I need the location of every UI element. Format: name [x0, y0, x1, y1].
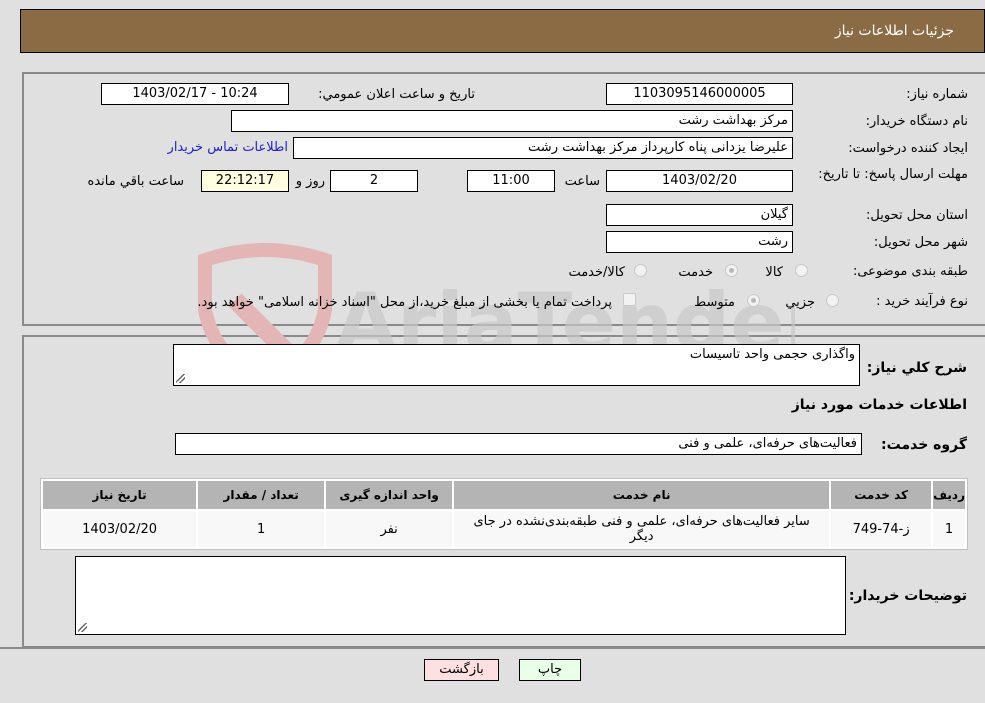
services-heading: اطلاعات خدمات مورد نیاز [791, 397, 967, 413]
col-header-unit: واحد اندازه گیری [326, 481, 453, 509]
description-label: شرح کلي نیاز: [866, 360, 967, 376]
service-group-label: گروه خدمت: [881, 437, 967, 453]
category-goods-radio[interactable] [795, 264, 808, 277]
treasury-note: پرداخت تمام یا بخشی از مبلغ خرید،از محل … [197, 295, 612, 310]
deadline-date-field: 1403/02/20 [606, 170, 793, 192]
buyer-notes-label: توضیحات خریدار: [848, 588, 967, 604]
buyer-contact-link[interactable]: اطلاعات تماس خریدار [168, 140, 288, 155]
col-header-service-code: کد خدمت [831, 481, 932, 509]
buyer-notes-textarea[interactable] [75, 556, 846, 635]
announce-datetime-field: 1403/02/17 - 10:24 [101, 83, 289, 105]
resize-handle-icon[interactable] [78, 623, 87, 632]
category-goods-service-label: کالا/خدمت [568, 265, 625, 280]
category-goods-label: کالا [765, 265, 783, 280]
remaining-time-field: 22:12:17 [201, 170, 289, 192]
need-number-field: 1103095146000005 [606, 83, 793, 105]
col-header-row-number: ردیف [933, 481, 965, 509]
cell-quantity: 1 [198, 511, 325, 547]
city-label: شهر محل تحویل: [873, 235, 968, 250]
deadline-label: مهلت ارسال پاسخ: تا تاریخ: [818, 167, 968, 182]
service-group-field: فعالیت‌های حرفه‌ای، علمی و فنی [175, 433, 862, 455]
purchase-type-minor-radio[interactable] [826, 294, 839, 307]
deadline-time-field: 11:00 [467, 170, 555, 192]
footer-divider [0, 647, 985, 649]
cell-service-code: ز-74-749 [831, 511, 932, 547]
table-header-row: ردیف کد خدمت نام خدمت واحد اندازه گیری ت… [43, 481, 965, 509]
cell-unit: نفر [326, 511, 453, 547]
creator-field: علیرضا یزدانی پناه کارپرداز مرکز بهداشت … [293, 137, 793, 159]
days-label: روز و [295, 174, 325, 189]
days-remaining-field: 2 [330, 170, 418, 192]
category-label: طبقه بندی موضوعی: [852, 264, 968, 279]
remaining-time-label: ساعت باقي مانده [87, 174, 184, 189]
announce-datetime-label: تاریخ و ساعت اعلان عمومي: [318, 87, 475, 102]
category-service-radio[interactable] [725, 264, 738, 277]
province-field: گیلان [606, 204, 793, 226]
page-header: جزئیات اطلاعات نیاز [20, 9, 985, 53]
services-table: ردیف کد خدمت نام خدمت واحد اندازه گیری ت… [40, 478, 968, 550]
purchase-type-medium-label: متوسط [694, 295, 735, 310]
creator-label: ایجاد کننده درخواست: [848, 141, 968, 156]
print-button[interactable]: چاپ [519, 659, 581, 681]
col-header-quantity: تعداد / مقدار [198, 481, 325, 509]
resize-handle-icon[interactable] [176, 374, 185, 383]
purchase-type-medium-radio[interactable] [747, 294, 760, 307]
deadline-time-label: ساعت [564, 174, 600, 189]
description-text: واگذاری حجمی واحد تاسیسات [689, 347, 855, 362]
city-field: رشت [606, 231, 793, 253]
buyer-org-label: نام دستگاه خریدار: [865, 114, 968, 129]
cell-need-date: 1403/02/20 [43, 511, 197, 547]
col-header-need-date: تاریخ نیاز [43, 481, 197, 509]
buyer-org-field: مرکز بهداشت رشت [231, 110, 793, 132]
page-title: جزئیات اطلاعات نیاز [834, 23, 954, 39]
cell-service-name: سایر فعالیت‌های حرفه‌ای، علمی و فنی طبقه… [454, 511, 830, 547]
purchase-type-label: نوع فرآیند خرید : [876, 294, 968, 309]
table-row: 1 ز-74-749 سایر فعالیت‌های حرفه‌ای، علمی… [43, 511, 965, 547]
treasury-bonds-checkbox[interactable] [623, 293, 636, 306]
province-label: استان محل تحویل: [866, 208, 968, 223]
need-number-label: شماره نیاز: [906, 87, 968, 102]
col-header-service-name: نام خدمت [454, 481, 830, 509]
back-button[interactable]: بازگشت [424, 659, 499, 681]
category-service-label: خدمت [678, 265, 713, 280]
description-textarea[interactable]: واگذاری حجمی واحد تاسیسات [173, 344, 860, 386]
cell-row-number: 1 [933, 511, 965, 547]
purchase-type-minor-label: جزيي [785, 295, 815, 310]
category-goods-service-radio[interactable] [634, 264, 647, 277]
